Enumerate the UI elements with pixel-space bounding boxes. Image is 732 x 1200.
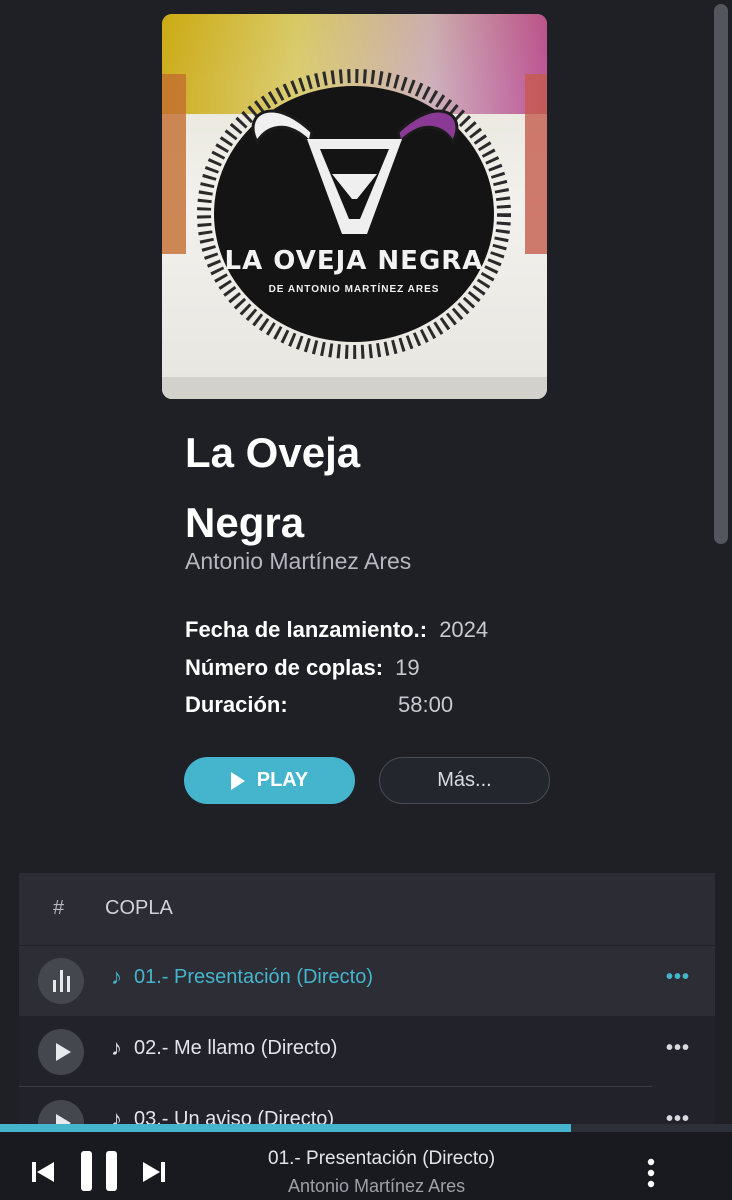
- column-number-header: #: [53, 897, 65, 919]
- track-table: # COPLA ♪ 01.- Presentación (Directo) ••…: [19, 873, 715, 1146]
- track-equalizer-button[interactable]: [38, 958, 84, 1004]
- cover-subtitle-text: DE ANTONIO MARTÍNEZ ARES: [268, 284, 440, 295]
- equalizer-icon: [52, 970, 70, 992]
- column-title-header[interactable]: COPLA: [105, 897, 173, 920]
- cover-artwork: [197, 69, 511, 359]
- more-button-label: Más...: [437, 769, 492, 791]
- track-more-icon[interactable]: •••: [666, 1037, 690, 1060]
- album-artist[interactable]: Antonio Martínez Ares: [185, 548, 411, 575]
- play-album-button[interactable]: PLAY: [184, 757, 355, 804]
- more-vertical-icon[interactable]: [645, 1158, 657, 1188]
- skip-previous-icon[interactable]: [30, 1160, 56, 1184]
- track-title[interactable]: 01.- Presentación (Directo): [134, 966, 373, 989]
- album-cover: LA OVEJA NEGRA DE ANTONIO MARTÍNEZ ARES: [162, 14, 547, 399]
- duration-value: 58:00: [398, 692, 454, 717]
- album-title-line1: La Oveja: [185, 429, 361, 476]
- play-button-label: PLAY: [256, 769, 309, 791]
- cover-logo-text: LA OVEJA NEGRA: [224, 246, 484, 276]
- more-options-button[interactable]: Más...: [379, 757, 550, 804]
- release-date-value: 2024: [439, 617, 489, 642]
- track-more-icon[interactable]: •••: [666, 966, 690, 989]
- play-icon: [230, 771, 245, 790]
- play-icon: [55, 1043, 71, 1061]
- duration-row: Duración: 58:00: [185, 690, 485, 720]
- progress-track[interactable]: [0, 1124, 732, 1132]
- track-count-value: 19: [395, 655, 420, 680]
- track-title[interactable]: 02.- Me llamo (Directo): [134, 1037, 337, 1060]
- track-count-row: Número de coplas: 19: [185, 653, 420, 683]
- progress-fill: [0, 1124, 571, 1132]
- track-count-label: Número de coplas:: [185, 655, 384, 680]
- skip-next-icon[interactable]: [141, 1160, 167, 1184]
- table-row[interactable]: ♪ 02.- Me llamo (Directo) •••: [19, 1017, 715, 1087]
- track-play-button[interactable]: [38, 1029, 84, 1075]
- scrollbar-thumb[interactable]: [714, 4, 728, 544]
- table-row[interactable]: ♪ 01.- Presentación (Directo) •••: [19, 946, 715, 1016]
- row-divider: [19, 1086, 652, 1087]
- release-date-row: Fecha de lanzamiento.: 2024: [185, 615, 488, 645]
- music-note-icon: ♪: [111, 964, 122, 989]
- music-note-icon: ♪: [111, 1035, 122, 1060]
- now-playing-artist[interactable]: Antonio Martínez Ares: [288, 1176, 465, 1197]
- player-bar: 01.- Presentación (Directo) Antonio Mart…: [0, 1124, 732, 1200]
- release-date-label: Fecha de lanzamiento.:: [185, 617, 428, 642]
- pause-icon[interactable]: [79, 1149, 119, 1193]
- now-playing-title[interactable]: 01.- Presentación (Directo): [268, 1148, 495, 1170]
- table-header: # COPLA: [19, 873, 715, 945]
- duration-label: Duración:: [185, 692, 288, 717]
- album-title: La Oveja Negra: [185, 418, 485, 558]
